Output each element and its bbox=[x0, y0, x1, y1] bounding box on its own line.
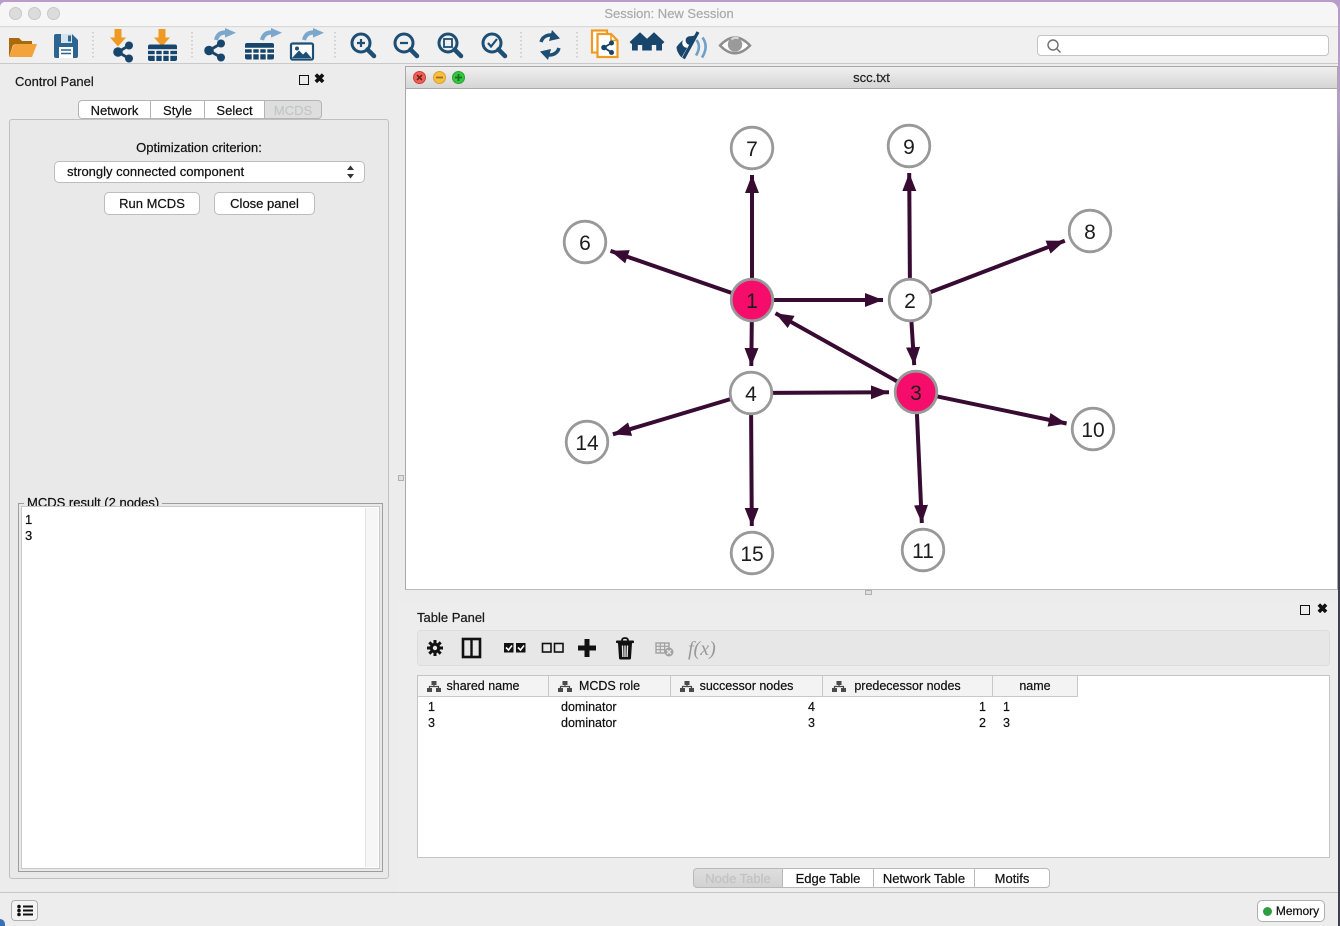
svg-text:14: 14 bbox=[575, 432, 599, 455]
svg-text:3: 3 bbox=[910, 382, 922, 405]
svg-text:4: 4 bbox=[745, 383, 757, 406]
svg-text:9: 9 bbox=[903, 136, 915, 159]
svg-text:7: 7 bbox=[746, 138, 758, 161]
svg-text:10: 10 bbox=[1081, 419, 1104, 442]
svg-text:2: 2 bbox=[904, 290, 916, 313]
svg-text:f(x): f(x) bbox=[688, 638, 716, 660]
svg-text:1: 1 bbox=[746, 290, 758, 313]
svg-text:11: 11 bbox=[912, 540, 934, 563]
svg-text:6: 6 bbox=[579, 232, 591, 255]
svg-text:15: 15 bbox=[740, 543, 763, 566]
svg-text:8: 8 bbox=[1084, 221, 1096, 244]
